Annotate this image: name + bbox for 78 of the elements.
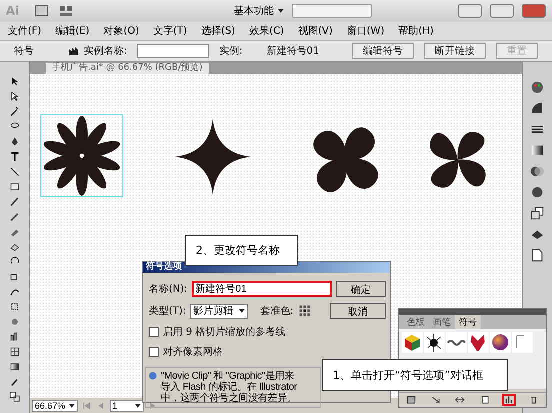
zoom-dropdown[interactable]: 66.67% [32,400,78,412]
instance-name-field[interactable] [137,44,210,58]
magic-wand-icon[interactable] [8,106,20,118]
menu-item[interactable]: 窗口(W) [346,24,385,38]
menu-item[interactable]: 选择(S) [201,24,236,38]
type-label: 类型(T): [149,304,186,318]
caret-icon [68,404,75,408]
arrange-icon[interactable] [58,3,74,19]
registration-label: 套准色: [260,304,294,318]
minimize-button[interactable] [458,4,482,18]
toolbar-button[interactable]: 断开链接 [424,43,486,59]
splat-icon[interactable] [424,332,445,353]
delete-icon [528,395,539,405]
cube-icon[interactable] [402,332,423,353]
registration-grid-icon[interactable] [298,304,312,318]
ok-button[interactable]: 确定 [336,281,386,297]
mesh-icon[interactable] [8,346,20,358]
palette-icon[interactable] [530,80,545,95]
instance-name-label: 实例名称: [84,44,128,58]
info-text: 中，这两个符号之间没有差异。 [161,393,298,404]
menu-item[interactable]: 效果(C) [249,24,284,38]
search-field[interactable] [292,4,372,18]
scribble-icon[interactable] [446,332,467,353]
info-text: 导入 Flash 的标记。在 Illustrator [161,382,298,393]
app-logo: Ai [6,4,20,18]
menu-item[interactable]: 视图(V) [298,24,333,38]
menu-item[interactable]: 文件(F) [8,24,42,38]
sphere-icon[interactable] [490,332,511,353]
transparency-icon[interactable] [530,164,545,179]
menu-item[interactable]: 编辑(E) [56,24,90,38]
page-dropdown[interactable]: 1 [110,400,144,412]
caret-icon [278,9,284,13]
rectangle-icon[interactable] [8,181,20,193]
menu-item[interactable]: 文字(T) [153,24,188,38]
maximize-button[interactable] [490,4,514,18]
symbol-options-button[interactable] [502,394,516,406]
info-icon [148,371,158,381]
bridge-icon[interactable] [34,3,50,19]
name-label: 名称(N): [149,283,188,296]
panel-tab[interactable]: 符号 [455,315,481,329]
symbol-icon [68,45,80,57]
callout: 1、单击打开“符号选项”对话框 [322,359,508,391]
checkbox-label: 启用 9 格切片缩放的参考线 [163,326,286,339]
checkbox[interactable] [149,327,159,337]
direct-selection-icon[interactable] [8,91,20,103]
gradient-icon[interactable] [8,361,20,373]
cancel-button[interactable]: 取消 [330,303,386,319]
instance-value: 新建符号01 [266,44,320,58]
pages-icon[interactable] [530,248,545,263]
info-text: "Movie Clip" 和 "Graphic"是用来 [161,371,296,382]
document-tab[interactable]: 手机广告.ai* @ 66.67% (RGB/预览) [46,63,209,74]
free-transform-icon[interactable] [8,301,20,313]
symbol-options-icon [504,395,514,405]
type-icon[interactable] [8,151,20,163]
fill-stroke-icon[interactable] [8,391,20,403]
place-symbol-icon [430,395,441,405]
gradient-swatch-icon[interactable] [530,143,545,158]
instance-label: 实例: [219,44,243,58]
caret-icon [239,309,246,313]
checkbox[interactable] [149,347,159,357]
line-icon[interactable] [8,166,20,178]
workspace-dropdown[interactable]: 基本功能 [234,4,284,18]
type-dropdown[interactable]: 影片剪辑 [190,304,248,318]
checkbox-label: 对齐像素网格 [163,346,223,359]
ribbon-icon[interactable] [468,332,489,353]
caret-icon [134,404,141,408]
sphere-icon[interactable] [530,185,545,200]
brush-icon[interactable] [8,196,20,208]
callout: 2、更改符号名称 [185,235,298,266]
selection-type-label: 符号 [14,45,34,58]
menu-item[interactable]: 对象(O) [104,24,140,38]
layers-icon[interactable] [530,206,545,221]
toolbar-button[interactable]: 编辑符号 [352,43,414,59]
options-icon [480,395,490,405]
library-menu-icon [406,395,416,405]
name-field[interactable]: 新建符号01 [192,281,332,297]
menu-item[interactable]: 帮助(H) [398,24,434,38]
break-link-icon [455,395,466,405]
